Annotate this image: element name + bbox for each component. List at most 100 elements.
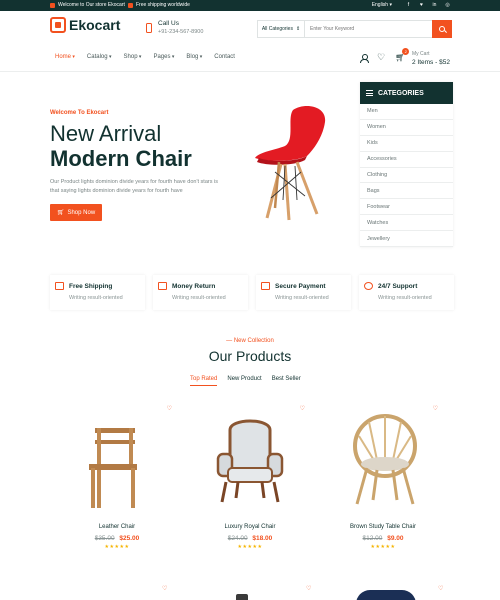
category-item-jewellery[interactable]: Jewellery — [360, 231, 453, 248]
product-card[interactable]: ♡ Leather Chair $35.00 $25.00 ★★★★★ — [57, 400, 177, 560]
product-name[interactable]: Luxury Royal Chair — [190, 524, 310, 530]
hero-chair-image — [255, 106, 326, 221]
category-select-label: All Categories — [261, 26, 293, 32]
current-price: $18.00 — [252, 535, 273, 542]
old-price: $24.00 — [227, 535, 248, 542]
nav-pages[interactable]: Pages — [153, 54, 174, 60]
cart-summary: 2 Items - $52 — [412, 59, 450, 66]
search-input[interactable] — [305, 21, 432, 37]
hero-title-line1: New Arrival — [50, 121, 162, 146]
tab-top-rated[interactable]: Top Rated — [190, 376, 218, 386]
linkedin-icon[interactable]: in — [432, 2, 437, 8]
product-image — [89, 428, 137, 508]
call-label: Call Us — [158, 20, 179, 27]
money-return-icon — [158, 282, 167, 290]
welcome-announcement: Welcome to Our store Ekocart — [50, 2, 125, 8]
nav-shop[interactable]: Shop — [124, 54, 142, 60]
feature-support: 24/7 Support Writing result-oriented — [359, 275, 454, 310]
shop-now-button[interactable]: 🛒︎ Shop Now — [50, 204, 102, 221]
headset-icon — [364, 282, 373, 290]
product-image — [216, 419, 284, 503]
feature-secure-payment: Secure Payment Writing result-oriented — [256, 275, 351, 310]
wishlist-icon[interactable]: ♡ — [162, 585, 167, 592]
category-item-accessories[interactable]: Accessories — [360, 152, 453, 168]
star-rating: ★★★★★ — [370, 544, 396, 550]
twitter-icon[interactable]: ♥ — [419, 2, 424, 8]
lock-icon — [261, 282, 270, 290]
current-price: $25.00 — [119, 535, 140, 542]
nav-home[interactable]: Home — [55, 54, 75, 60]
feature-title: Free Shipping — [69, 283, 113, 290]
feature-subtitle: Writing result-oriented — [69, 295, 123, 301]
product-image — [356, 590, 416, 600]
search-icon — [439, 26, 445, 32]
section-title: Our Products — [208, 348, 292, 364]
feature-free-shipping: Free Shipping Writing result-oriented — [50, 275, 145, 310]
cart-count-badge: 2 — [402, 48, 410, 55]
product-name[interactable]: Leather Chair — [57, 524, 177, 530]
cart-label: My Cart — [412, 51, 430, 57]
feature-title: 24/7 Support — [378, 283, 418, 290]
tab-new-product[interactable]: New Product — [227, 376, 261, 386]
product-card[interactable]: ♡ Luxury Royal Chair $24.00 $18.00 ★★★★★ — [190, 400, 310, 560]
wishlist-icon[interactable]: ♡ — [306, 585, 311, 592]
cart-icon: 🛒︎ — [56, 210, 65, 216]
star-rating: ★★★★★ — [104, 544, 130, 550]
search-bar: All Categories ⇕ — [257, 20, 452, 38]
product-image — [236, 594, 248, 600]
wishlist-icon[interactable]: ♡ — [167, 405, 172, 412]
logo-text: Ekocart — [69, 17, 121, 33]
call-us: Call Us +91-234-567-8900 — [146, 20, 203, 35]
wishlist-icon[interactable]: ♡ — [300, 405, 305, 412]
wishlist-icon[interactable]: ♡ — [377, 52, 385, 63]
shipping-text: Free shipping worldwide — [136, 2, 190, 8]
instagram-icon[interactable]: ◎ — [445, 2, 450, 8]
feature-money-return: Money Return Writing result-oriented — [153, 275, 248, 310]
feature-subtitle: Writing result-oriented — [378, 295, 432, 301]
wishlist-icon[interactable]: ♡ — [438, 585, 443, 592]
store-icon — [50, 2, 55, 8]
category-item-kids[interactable]: Kids — [360, 136, 453, 152]
menu-icon — [366, 90, 373, 96]
product-image — [353, 414, 417, 505]
language-select[interactable]: English ▾ — [372, 2, 392, 8]
nav-catalog[interactable]: Catalog — [87, 54, 112, 60]
category-select[interactable]: All Categories ⇕ — [258, 21, 305, 37]
feature-title: Secure Payment — [275, 283, 326, 290]
search-button[interactable] — [432, 20, 452, 38]
category-item-women[interactable]: Women — [360, 120, 453, 136]
nav-blog[interactable]: Blog — [186, 54, 202, 60]
user-icon[interactable] — [360, 53, 369, 63]
category-item-men[interactable]: Men — [360, 104, 453, 120]
category-item-watches[interactable]: Watches — [360, 215, 453, 232]
truck-icon — [55, 282, 64, 290]
logo[interactable]: Ekocart — [50, 17, 120, 33]
my-cart[interactable]: My Cart 2 Items - $52 — [412, 51, 450, 66]
welcome-text: Welcome to Our store Ekocart — [58, 2, 125, 8]
product-card[interactable]: ♡ Brown Study Table Chair $12.00 $9.00 ★… — [323, 400, 443, 560]
hero-eyebrow: Welcome To Ekocart — [50, 110, 109, 116]
cart-logo-icon — [50, 17, 66, 33]
hero-title-line2: Modern Chair — [50, 146, 192, 171]
wishlist-icon[interactable]: ♡ — [433, 405, 438, 412]
category-item-clothing[interactable]: Clothing — [360, 168, 453, 184]
main-nav: Home Catalog Shop Pages Blog Contact — [55, 54, 235, 60]
old-price: $35.00 — [94, 535, 115, 542]
product-name[interactable]: Brown Study Table Chair — [323, 524, 443, 530]
product-tabs: Top Rated New Product Best Seller — [190, 376, 301, 386]
tab-best-seller[interactable]: Best Seller — [272, 376, 301, 386]
star-rating: ★★★★★ — [237, 544, 263, 550]
categories-title: CATEGORIES — [378, 89, 424, 97]
facebook-icon[interactable]: f — [406, 2, 411, 8]
feature-title: Money Return — [172, 283, 216, 290]
old-price: $12.00 — [362, 535, 383, 542]
top-bar: Welcome to Our store Ekocart Free shippi… — [0, 0, 500, 11]
chevron-down-icon: ⇕ — [295, 26, 301, 32]
category-item-footwear[interactable]: Footwear — [360, 199, 453, 216]
product-price: $12.00 $9.00 — [323, 535, 443, 542]
cart-icon[interactable]: 🛒︎ 2 — [395, 48, 410, 62]
categories-header[interactable]: CATEGORIES — [360, 82, 453, 104]
section-eyebrow: — New Collection — [226, 338, 274, 344]
nav-contact[interactable]: Contact — [214, 54, 235, 60]
category-item-bags[interactable]: Bags — [360, 183, 453, 200]
